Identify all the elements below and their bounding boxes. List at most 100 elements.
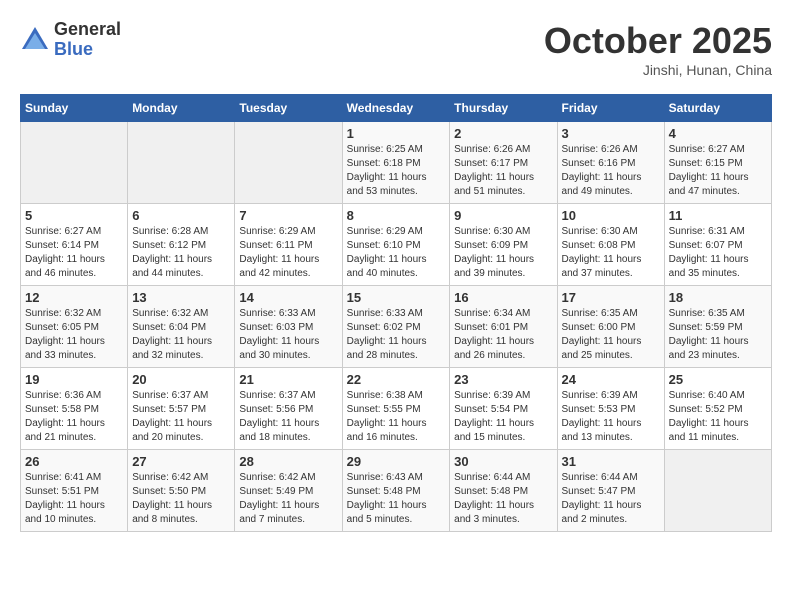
- calendar-cell: 5Sunrise: 6:27 AM Sunset: 6:14 PM Daylig…: [21, 204, 128, 286]
- day-info: Sunrise: 6:27 AM Sunset: 6:15 PM Dayligh…: [669, 143, 767, 199]
- calendar-cell: 16 Sunrise: 6:34 AM Sunset: 6:01 PM Dayli…: [450, 286, 557, 368]
- day-of-week-header: Tuesday: [235, 95, 342, 122]
- day-number: 17: [562, 290, 660, 305]
- day-of-week-header: Thursday: [450, 95, 557, 122]
- day-number: 3: [562, 126, 660, 141]
- day-number: 25: [669, 372, 767, 387]
- calendar-cell: 8 Sunrise: 6:29 AM Sunset: 6:10 PM Daylig…: [342, 204, 450, 286]
- day-number: 4: [669, 126, 767, 141]
- day-info: Sunrise: 6:30 AM Sunset: 6:08 PM Dayligh…: [562, 225, 660, 281]
- logo-general: General: [54, 20, 121, 40]
- day-number: 24: [562, 372, 660, 387]
- day-number: 27: [132, 454, 230, 469]
- day-info: Sunrise: 6:39 AM Sunset: 5:54 PM Dayligh…: [454, 389, 552, 445]
- day-number: 9: [454, 208, 552, 223]
- day-info: Sunrise: 6:35 AM Sunset: 6:00 PM Dayligh…: [562, 307, 660, 363]
- day-of-week-header: Monday: [128, 95, 235, 122]
- month-title: October 2025: [544, 20, 772, 62]
- title-block: October 2025 Jinshi, Hunan, China: [544, 20, 772, 78]
- day-info: Sunrise: 6:33 AM Sunset: 6:02 PM Dayligh…: [347, 307, 446, 363]
- calendar-week-row: 5Sunrise: 6:27 AM Sunset: 6:14 PM Daylig…: [21, 204, 772, 286]
- day-info: Sunrise: 6:27 AM Sunset: 6:14 PM Dayligh…: [25, 225, 123, 281]
- calendar-cell: 13 Sunrise: 6:32 AM Sunset: 6:04 PM Dayli…: [128, 286, 235, 368]
- calendar-cell: 28Sunrise: 6:42 AM Sunset: 5:49 PM Dayli…: [235, 450, 342, 532]
- day-number: 13: [132, 290, 230, 305]
- day-info: Sunrise: 6:42 AM Sunset: 5:49 PM Dayligh…: [239, 471, 337, 527]
- calendar-cell: 20 Sunrise: 6:37 AM Sunset: 5:57 PM Dayli…: [128, 368, 235, 450]
- calendar-cell: 12Sunrise: 6:32 AM Sunset: 6:05 PM Dayli…: [21, 286, 128, 368]
- day-info: Sunrise: 6:26 AM Sunset: 6:16 PM Dayligh…: [562, 143, 660, 199]
- day-number: 20: [132, 372, 230, 387]
- page-header: General Blue October 2025 Jinshi, Hunan,…: [20, 20, 772, 78]
- calendar-cell: 25 Sunrise: 6:40 AM Sunset: 5:52 PM Dayli…: [664, 368, 771, 450]
- calendar-cell: 23 Sunrise: 6:39 AM Sunset: 5:54 PM Dayli…: [450, 368, 557, 450]
- calendar-cell: 2 Sunrise: 6:26 AM Sunset: 6:17 PM Daylig…: [450, 122, 557, 204]
- day-info: Sunrise: 6:35 AM Sunset: 5:59 PM Dayligh…: [669, 307, 767, 363]
- day-info: Sunrise: 6:26 AM Sunset: 6:17 PM Dayligh…: [454, 143, 552, 199]
- calendar-cell: 26 Sunrise: 6:41 AM Sunset: 5:51 PM Dayli…: [21, 450, 128, 532]
- day-number: 8: [347, 208, 446, 223]
- day-info: Sunrise: 6:42 AM Sunset: 5:50 PM Dayligh…: [132, 471, 230, 527]
- day-number: 6: [132, 208, 230, 223]
- day-info: Sunrise: 6:40 AM Sunset: 5:52 PM Dayligh…: [669, 389, 767, 445]
- calendar-cell: 31 Sunrise: 6:44 AM Sunset: 5:47 PM Dayli…: [557, 450, 664, 532]
- calendar-week-row: 1Sunrise: 6:25 AM Sunset: 6:18 PM Daylig…: [21, 122, 772, 204]
- day-number: 31: [562, 454, 660, 469]
- day-info: Sunrise: 6:37 AM Sunset: 5:57 PM Dayligh…: [132, 389, 230, 445]
- day-info: Sunrise: 6:30 AM Sunset: 6:09 PM Dayligh…: [454, 225, 552, 281]
- calendar-week-row: 26 Sunrise: 6:41 AM Sunset: 5:51 PM Dayli…: [21, 450, 772, 532]
- day-info: Sunrise: 6:34 AM Sunset: 6:01 PM Dayligh…: [454, 307, 552, 363]
- day-number: 2: [454, 126, 552, 141]
- calendar-table: SundayMondayTuesdayWednesdayThursdayFrid…: [20, 94, 772, 532]
- calendar-cell: 3 Sunrise: 6:26 AM Sunset: 6:16 PM Daylig…: [557, 122, 664, 204]
- day-of-week-header: Wednesday: [342, 95, 450, 122]
- day-of-week-header: Saturday: [664, 95, 771, 122]
- day-info: Sunrise: 6:36 AM Sunset: 5:58 PM Dayligh…: [25, 389, 123, 445]
- calendar-cell: [21, 122, 128, 204]
- logo-text: General Blue: [54, 20, 121, 60]
- day-info: Sunrise: 6:44 AM Sunset: 5:47 PM Dayligh…: [562, 471, 660, 527]
- calendar-cell: 11Sunrise: 6:31 AM Sunset: 6:07 PM Dayli…: [664, 204, 771, 286]
- day-number: 10: [562, 208, 660, 223]
- calendar-cell: [664, 450, 771, 532]
- day-number: 21: [239, 372, 337, 387]
- calendar-cell: 6 Sunrise: 6:28 AM Sunset: 6:12 PM Daylig…: [128, 204, 235, 286]
- day-info: Sunrise: 6:33 AM Sunset: 6:03 PM Dayligh…: [239, 307, 337, 363]
- day-number: 26: [25, 454, 123, 469]
- day-info: Sunrise: 6:41 AM Sunset: 5:51 PM Dayligh…: [25, 471, 123, 527]
- day-of-week-header: Sunday: [21, 95, 128, 122]
- day-info: Sunrise: 6:38 AM Sunset: 5:55 PM Dayligh…: [347, 389, 446, 445]
- day-info: Sunrise: 6:37 AM Sunset: 5:56 PM Dayligh…: [239, 389, 337, 445]
- day-number: 23: [454, 372, 552, 387]
- calendar-cell: 10 Sunrise: 6:30 AM Sunset: 6:08 PM Dayli…: [557, 204, 664, 286]
- calendar-cell: 1Sunrise: 6:25 AM Sunset: 6:18 PM Daylig…: [342, 122, 450, 204]
- day-info: Sunrise: 6:44 AM Sunset: 5:48 PM Dayligh…: [454, 471, 552, 527]
- day-info: Sunrise: 6:39 AM Sunset: 5:53 PM Dayligh…: [562, 389, 660, 445]
- calendar-cell: 4 Sunrise: 6:27 AM Sunset: 6:15 PM Daylig…: [664, 122, 771, 204]
- location-subtitle: Jinshi, Hunan, China: [544, 62, 772, 78]
- calendar-week-row: 19 Sunrise: 6:36 AM Sunset: 5:58 PM Dayli…: [21, 368, 772, 450]
- day-info: Sunrise: 6:29 AM Sunset: 6:11 PM Dayligh…: [239, 225, 337, 281]
- calendar-cell: 29Sunrise: 6:43 AM Sunset: 5:48 PM Dayli…: [342, 450, 450, 532]
- day-info: Sunrise: 6:32 AM Sunset: 6:04 PM Dayligh…: [132, 307, 230, 363]
- day-number: 16: [454, 290, 552, 305]
- calendar-cell: [128, 122, 235, 204]
- day-number: 19: [25, 372, 123, 387]
- calendar-cell: [235, 122, 342, 204]
- day-info: Sunrise: 6:29 AM Sunset: 6:10 PM Dayligh…: [347, 225, 446, 281]
- calendar-cell: 21 Sunrise: 6:37 AM Sunset: 5:56 PM Dayli…: [235, 368, 342, 450]
- calendar-header-row: SundayMondayTuesdayWednesdayThursdayFrid…: [21, 95, 772, 122]
- day-number: 30: [454, 454, 552, 469]
- calendar-cell: 7Sunrise: 6:29 AM Sunset: 6:11 PM Daylig…: [235, 204, 342, 286]
- logo-icon: [20, 25, 50, 55]
- calendar-cell: 15Sunrise: 6:33 AM Sunset: 6:02 PM Dayli…: [342, 286, 450, 368]
- day-number: 11: [669, 208, 767, 223]
- calendar-cell: 9 Sunrise: 6:30 AM Sunset: 6:09 PM Daylig…: [450, 204, 557, 286]
- calendar-cell: 18 Sunrise: 6:35 AM Sunset: 5:59 PM Dayli…: [664, 286, 771, 368]
- calendar-cell: 14Sunrise: 6:33 AM Sunset: 6:03 PM Dayli…: [235, 286, 342, 368]
- day-number: 1: [347, 126, 446, 141]
- calendar-cell: 19 Sunrise: 6:36 AM Sunset: 5:58 PM Dayli…: [21, 368, 128, 450]
- day-info: Sunrise: 6:28 AM Sunset: 6:12 PM Dayligh…: [132, 225, 230, 281]
- day-info: Sunrise: 6:32 AM Sunset: 6:05 PM Dayligh…: [25, 307, 123, 363]
- day-number: 18: [669, 290, 767, 305]
